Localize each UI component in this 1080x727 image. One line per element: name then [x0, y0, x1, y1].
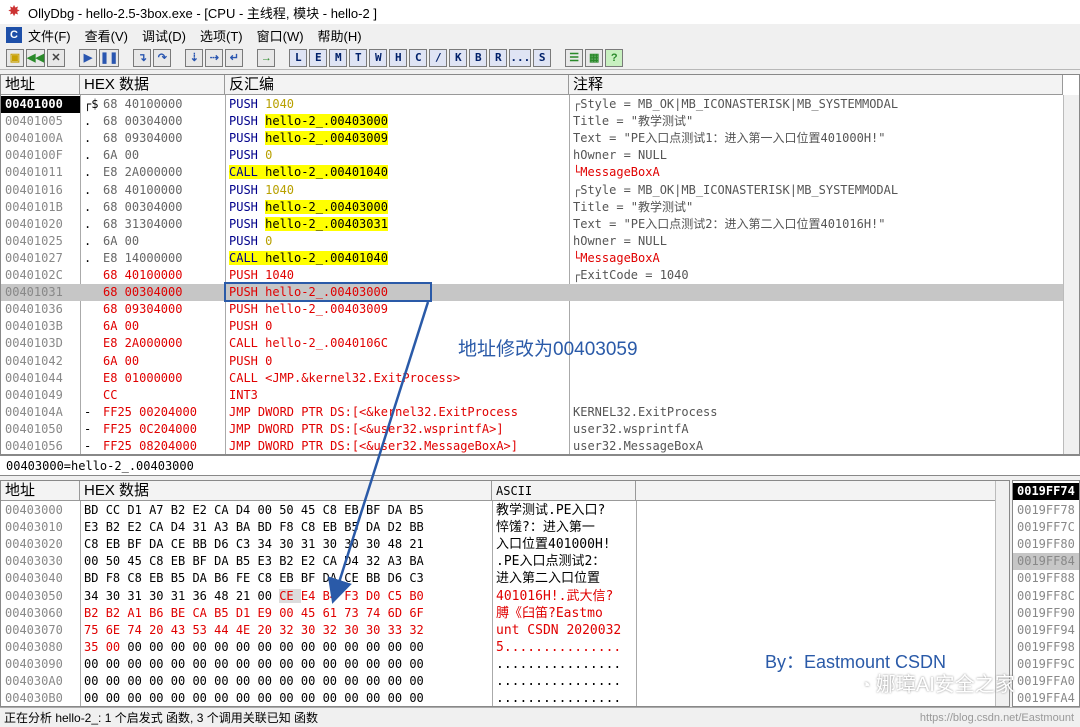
annotation-label: 地址修改为00403059 [458, 339, 638, 360]
watermark: ◔ 娜璋AI安全之家 [860, 668, 1015, 697]
annotation-arrow [327, 301, 430, 604]
watermark-text: 娜璋AI安全之家 [875, 674, 1015, 696]
wechat-icon: ◔ [860, 675, 876, 695]
